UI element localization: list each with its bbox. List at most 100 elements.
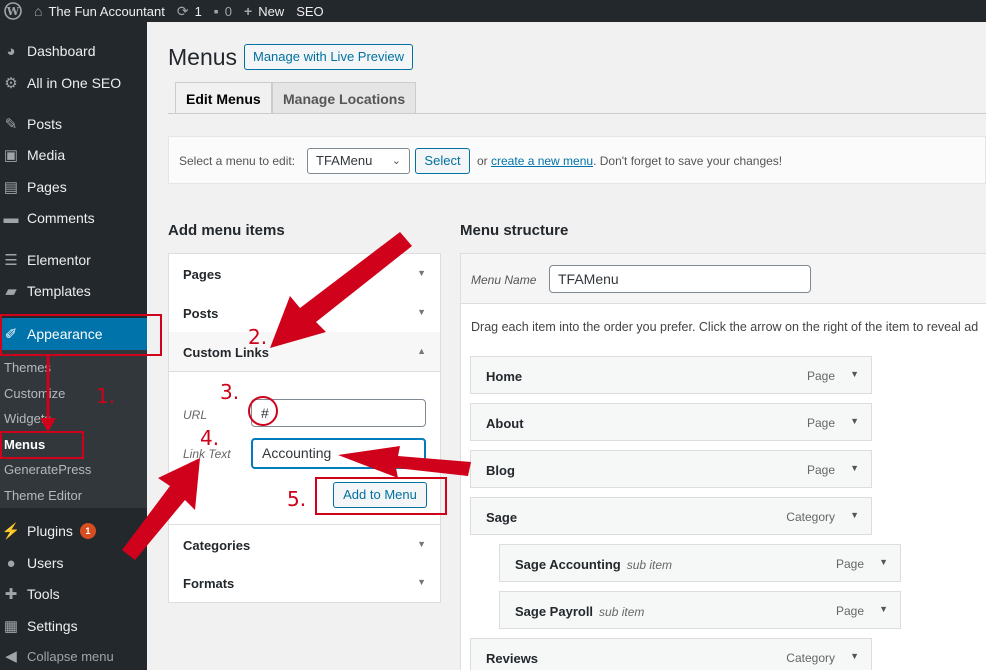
live-preview-button[interactable]: Manage with Live Preview xyxy=(244,44,414,70)
menu-item-type: Page xyxy=(835,557,864,571)
site-name-link[interactable]: ⌂ The Fun Accountant xyxy=(28,0,171,22)
tab-divider xyxy=(168,113,986,114)
accordion-formats[interactable]: Formats ▼ xyxy=(169,563,440,603)
collapse-menu-button[interactable]: ◀ Collapse menu xyxy=(0,643,147,669)
sidebar-item-dashboard[interactable]: ◕ Dashboard xyxy=(0,36,147,66)
comment-icon: ▬ xyxy=(3,209,19,227)
expand-arrow-icon[interactable]: ▼ xyxy=(850,510,859,520)
site-name: The Fun Accountant xyxy=(48,3,165,19)
selected-menu: TFAMenu xyxy=(316,153,373,168)
appearance-submenu: Themes Customize Widgets Menus GenerateP… xyxy=(0,350,147,508)
menu-select-bar: Select a menu to edit: TFAMenu ⌄ Select … xyxy=(168,136,986,184)
url-label: URL xyxy=(183,408,208,422)
sidebar-item-label: Plugins xyxy=(27,523,73,539)
accordion-pages[interactable]: Pages ▼ xyxy=(169,254,440,294)
seo-link[interactable]: SEO xyxy=(290,0,329,22)
submenu-item-theme-editor[interactable]: Theme Editor xyxy=(4,486,82,506)
sidebar-item-plugins[interactable]: ⚡ Plugins 1 xyxy=(0,516,147,546)
sidebar-item-tools[interactable]: ✚ Tools xyxy=(0,579,147,609)
chevron-down-icon: ⌄ xyxy=(391,155,401,167)
plus-icon: + xyxy=(244,3,253,19)
sidebar-item-users[interactable]: ● Users xyxy=(0,548,147,578)
sidebar-item-elementor[interactable]: ☰ Elementor xyxy=(0,245,147,275)
sidebar-item-settings[interactable]: ▦ Settings xyxy=(0,611,147,641)
gear-icon: ⚙ xyxy=(4,75,18,92)
sidebar-item-pages[interactable]: ▤ Pages xyxy=(0,172,147,202)
menu-item-about[interactable]: About Page ▼ xyxy=(470,403,872,441)
select-bar-note: or create a new menu. Don't forget to sa… xyxy=(477,154,782,168)
sidebar-item-posts[interactable]: ✎ Posts xyxy=(0,109,147,139)
new-label: New xyxy=(258,3,285,19)
add-to-menu-button[interactable]: Add to Menu xyxy=(333,482,427,508)
dashboard-icon: ◕ xyxy=(6,42,16,60)
expand-arrow-icon[interactable]: ▼ xyxy=(850,463,859,473)
select-button[interactable]: Select xyxy=(415,148,470,174)
menu-item-sage-payroll[interactable]: Sage Payroll sub item Page ▼ xyxy=(499,591,901,629)
menu-item-title: Sage Accounting xyxy=(515,557,621,572)
sidebar-item-templates[interactable]: ▰ Templates xyxy=(0,276,147,306)
arrow-down-icon: ▼ xyxy=(417,577,426,587)
arrow-down-icon: ▼ xyxy=(417,268,426,278)
sidebar-item-label: Settings xyxy=(27,618,78,634)
updates-link[interactable]: ⟳ 1 xyxy=(171,0,208,22)
comments-link[interactable]: ▪ 0 xyxy=(208,0,238,22)
accordion-posts[interactable]: Posts ▼ xyxy=(169,293,440,333)
elementor-icon: ☰ xyxy=(4,252,18,269)
accordion-categories[interactable]: Categories ▼ xyxy=(169,524,440,564)
arrow-down-icon: ▼ xyxy=(417,539,426,549)
expand-arrow-icon[interactable]: ▼ xyxy=(850,651,859,661)
expand-arrow-icon[interactable]: ▼ xyxy=(879,604,888,614)
menu-structure-panel: Menu Name TFAMenu Drag each item into th… xyxy=(460,253,986,670)
sidebar-item-all-in-one-seo[interactable]: ⚙ All in One SEO xyxy=(0,68,147,98)
menu-name-bar: Menu Name TFAMenu xyxy=(461,254,986,304)
menu-item-blog[interactable]: Blog Page ▼ xyxy=(470,450,872,488)
arrow-down-icon: ▼ xyxy=(417,307,426,317)
accordion-label: Pages xyxy=(183,267,222,282)
updates-icon: ⟳ xyxy=(176,2,189,19)
accordion-label: Formats xyxy=(183,576,235,591)
create-new-menu-link[interactable]: create a new menu xyxy=(491,154,593,168)
pin-icon: ✎ xyxy=(4,116,18,133)
plugins-update-badge: 1 xyxy=(79,523,96,539)
expand-arrow-icon[interactable]: ▼ xyxy=(879,557,888,567)
sidebar-item-label: All in One SEO xyxy=(27,75,122,91)
accordion-custom-links[interactable]: Custom Links ▲ xyxy=(169,332,440,372)
menu-name-input[interactable]: TFAMenu xyxy=(549,265,811,293)
submenu-item-generatepress[interactable]: GeneratePress xyxy=(4,460,91,480)
sidebar-item-label: Elementor xyxy=(27,252,91,268)
updates-count: 1 xyxy=(194,3,202,19)
url-input[interactable]: # xyxy=(251,399,426,427)
submenu-item-customize[interactable]: Customize xyxy=(4,384,65,404)
menu-item-reviews[interactable]: Reviews Category ▼ xyxy=(470,638,872,670)
sidebar-item-label: Comments xyxy=(27,210,95,226)
or-text: or xyxy=(477,154,488,168)
wordpress-logo-icon[interactable]: W xyxy=(0,0,28,22)
menu-select-dropdown[interactable]: TFAMenu ⌄ xyxy=(307,148,410,174)
sidebar-item-media[interactable]: ▣ Media xyxy=(0,140,147,170)
menu-item-type: Category xyxy=(786,651,835,665)
tab-edit-menus[interactable]: Edit Menus xyxy=(175,82,272,114)
submenu-item-themes[interactable]: Themes xyxy=(4,358,51,378)
wrench-icon: ✚ xyxy=(4,586,18,603)
sidebar-item-appearance[interactable]: ✐ Appearance xyxy=(0,318,147,350)
tab-manage-locations[interactable]: Manage Locations xyxy=(272,82,417,114)
expand-arrow-icon[interactable]: ▼ xyxy=(850,369,859,379)
user-icon: ● xyxy=(6,554,16,572)
menu-item-title: Sage xyxy=(486,510,518,525)
menu-item-title: Reviews xyxy=(486,651,539,666)
new-content-link[interactable]: + New xyxy=(238,0,290,22)
expand-arrow-icon[interactable]: ▼ xyxy=(850,416,859,426)
menu-item-sage-accounting[interactable]: Sage Accounting sub item Page ▼ xyxy=(499,544,901,582)
submenu-item-menus[interactable]: Menus xyxy=(4,435,45,455)
drag-instructions: Drag each item into the order you prefer… xyxy=(471,320,979,334)
sidebar-item-comments[interactable]: ▬ Comments xyxy=(0,203,147,233)
menu-item-sage[interactable]: Sage Category ▼ xyxy=(470,497,872,535)
link-text-input[interactable]: Accounting xyxy=(251,438,426,469)
wordpress-icon: W xyxy=(4,2,22,20)
sidebar-item-label: Templates xyxy=(27,283,91,299)
menu-item-type: Page xyxy=(835,604,864,618)
submenu-item-widgets[interactable]: Widgets xyxy=(4,409,51,429)
sidebar-item-label: Media xyxy=(27,147,66,163)
menu-item-home[interactable]: Home Page ▼ xyxy=(470,356,872,394)
sub-item-tag: sub item xyxy=(626,558,673,572)
